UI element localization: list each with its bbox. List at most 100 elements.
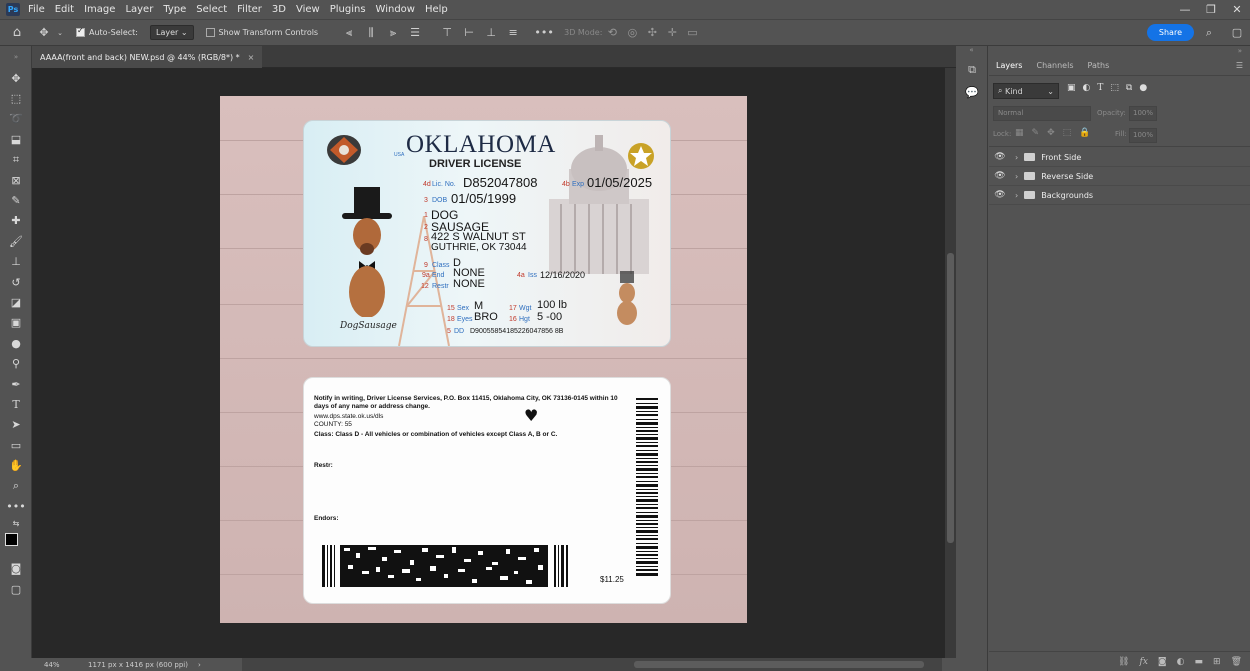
align-right-icon[interactable]: ⫸: [382, 26, 404, 40]
screen-mode-icon[interactable]: ▢: [0, 579, 32, 599]
history-brush-tool-icon[interactable]: ↺: [0, 272, 32, 292]
workspace-icon[interactable]: ▢: [1224, 26, 1250, 39]
more-options-icon[interactable]: •••: [532, 26, 556, 39]
close-tab-icon[interactable]: ×: [248, 53, 255, 62]
pixel-filter-icon[interactable]: ▣: [1067, 83, 1076, 93]
marquee-tool-icon[interactable]: ⬚: [0, 88, 32, 108]
tab-channels[interactable]: Channels: [1029, 61, 1080, 70]
align-middle-icon[interactable]: ⊢: [458, 26, 480, 39]
type-tool-icon[interactable]: T: [0, 394, 32, 414]
layer-style-icon[interactable]: fx: [1139, 657, 1147, 667]
smart-object-filter-icon[interactable]: ⧉: [1126, 83, 1132, 93]
eyedropper-tool-icon[interactable]: ✎: [0, 190, 32, 210]
search-icon[interactable]: ⌕: [1194, 26, 1224, 40]
lock-transparent-icon[interactable]: ▦: [1015, 128, 1024, 138]
fill-field[interactable]: 100%: [1129, 128, 1157, 143]
chevron-right-icon[interactable]: ›: [1015, 153, 1018, 162]
brush-tool-icon[interactable]: 🖌: [0, 231, 32, 251]
menu-filter[interactable]: Filter: [237, 4, 262, 15]
move-tool-icon[interactable]: ✥: [0, 68, 32, 88]
lasso-tool-icon[interactable]: ➰: [0, 109, 32, 129]
menu-3d[interactable]: 3D: [272, 4, 286, 15]
restore-button[interactable]: ❐: [1198, 3, 1224, 16]
adjustment-filter-icon[interactable]: ◐: [1083, 83, 1091, 93]
healing-brush-tool-icon[interactable]: ✚: [0, 211, 32, 231]
rectangle-tool-icon[interactable]: ▭: [0, 435, 32, 455]
object-select-tool-icon[interactable]: ⬓: [0, 129, 32, 149]
3d-scale-icon[interactable]: ▭: [682, 26, 702, 39]
opacity-field[interactable]: 100%: [1129, 106, 1157, 121]
tab-layers[interactable]: Layers: [989, 61, 1029, 70]
hand-tool-icon[interactable]: ✋: [0, 455, 32, 475]
lock-position-icon[interactable]: ✥: [1047, 128, 1055, 138]
crop-tool-icon[interactable]: ⌗: [0, 150, 32, 170]
horizontal-scrollbar-thumb[interactable]: [634, 661, 924, 668]
kind-filter-dropdown[interactable]: ⌕ Kind ⌄: [993, 83, 1059, 99]
clone-stamp-tool-icon[interactable]: ⊥: [0, 252, 32, 272]
align-left-icon[interactable]: ⫷: [338, 26, 360, 40]
align-top-icon[interactable]: ⊤: [436, 26, 458, 39]
zoom-tool-icon[interactable]: ⌕: [0, 476, 32, 496]
menu-help[interactable]: Help: [425, 4, 448, 15]
menu-edit[interactable]: Edit: [55, 4, 74, 15]
pen-tool-icon[interactable]: ✒: [0, 374, 32, 394]
swap-colors-icon[interactable]: ⇆: [0, 517, 32, 531]
gradient-tool-icon[interactable]: ▣: [0, 313, 32, 333]
add-mask-icon[interactable]: ◙: [1158, 657, 1167, 667]
shape-filter-icon[interactable]: ⬚: [1110, 83, 1119, 93]
edit-toolbar-icon[interactable]: •••: [0, 496, 32, 516]
chevron-down-icon[interactable]: ⌄: [54, 29, 66, 37]
toolbar-collapse-icon[interactable]: »: [0, 46, 32, 68]
menu-type[interactable]: Type: [163, 4, 186, 15]
chevron-right-icon[interactable]: ›: [1015, 191, 1018, 200]
type-filter-icon[interactable]: T: [1097, 83, 1103, 93]
auto-select-dropdown[interactable]: Layer ⌄: [149, 25, 194, 40]
visibility-eye-icon[interactable]: 👁: [989, 190, 1011, 200]
link-layers-icon[interactable]: ⛓: [1118, 657, 1129, 667]
layer-row[interactable]: 👁 › Front Side: [989, 148, 1250, 167]
share-button[interactable]: Share: [1146, 24, 1194, 41]
blend-mode-dropdown[interactable]: Normal: [993, 106, 1091, 121]
move-tool-icon[interactable]: ✥: [34, 26, 54, 39]
home-icon[interactable]: ⌂: [0, 25, 34, 40]
menu-image[interactable]: Image: [84, 4, 115, 15]
lock-artboard-icon[interactable]: ⬚: [1063, 128, 1072, 138]
history-panel-icon[interactable]: ⧉: [956, 59, 988, 81]
eraser-tool-icon[interactable]: ◪: [0, 292, 32, 312]
new-group-icon[interactable]: ▬: [1195, 657, 1204, 667]
color-swatches[interactable]: [0, 531, 32, 559]
path-selection-tool-icon[interactable]: ➤: [0, 415, 32, 435]
distribute-vertical-icon[interactable]: ≡: [502, 26, 524, 39]
filter-toggle-icon[interactable]: ●: [1139, 83, 1147, 93]
document-image[interactable]: USA OKLAHOMA DRIVER LICENSE 4d Lic. No. …: [220, 96, 747, 623]
blur-tool-icon[interactable]: ●: [0, 333, 32, 353]
3d-slide-icon[interactable]: ✛: [662, 26, 682, 39]
layer-row[interactable]: 👁 › Backgrounds: [989, 186, 1250, 205]
new-layer-icon[interactable]: ⊞: [1213, 657, 1221, 667]
tab-paths[interactable]: Paths: [1081, 61, 1117, 70]
layer-row[interactable]: 👁 › Reverse Side: [989, 167, 1250, 186]
lock-pixels-icon[interactable]: ✎: [1032, 128, 1040, 138]
visibility-eye-icon[interactable]: 👁: [989, 171, 1011, 181]
zoom-level[interactable]: 44%: [44, 661, 88, 669]
strip-collapse-icon[interactable]: «: [956, 46, 987, 58]
vertical-scrollbar[interactable]: [945, 68, 956, 658]
panel-menu-icon[interactable]: ☰: [1229, 61, 1250, 70]
close-button[interactable]: ✕: [1224, 3, 1250, 16]
menu-layer[interactable]: Layer: [125, 4, 153, 15]
menu-file[interactable]: File: [28, 4, 45, 15]
frame-tool-icon[interactable]: ⊠: [0, 170, 32, 190]
3d-roll-icon[interactable]: ◎: [622, 26, 642, 39]
align-bottom-icon[interactable]: ⊥: [480, 26, 502, 39]
document-tab[interactable]: AAAA(front and back) NEW.psd @ 44% (RGB/…: [32, 46, 263, 68]
menu-window[interactable]: Window: [376, 4, 415, 15]
3d-pan-icon[interactable]: ✣: [642, 26, 662, 39]
menu-view[interactable]: View: [296, 4, 320, 15]
minimize-button[interactable]: —: [1172, 3, 1198, 16]
dodge-tool-icon[interactable]: ⚲: [0, 353, 32, 373]
align-center-icon[interactable]: ⫼: [360, 26, 382, 40]
comments-panel-icon[interactable]: 💬: [956, 82, 988, 104]
transform-controls-checkbox[interactable]: [205, 28, 215, 37]
menu-plugins[interactable]: Plugins: [330, 4, 366, 15]
horizontal-scrollbar[interactable]: [242, 658, 942, 671]
